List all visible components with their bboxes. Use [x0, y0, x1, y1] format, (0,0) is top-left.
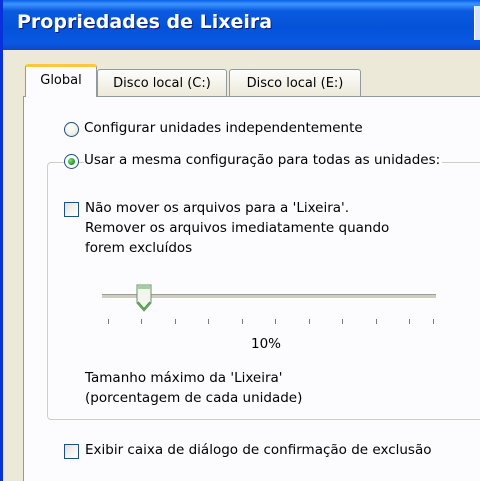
- slider-percent-value: 10%: [251, 336, 282, 352]
- max-size-slider-track[interactable]: [102, 294, 436, 299]
- no-move-label-line2: Remover os arquivos imediatamente quando: [85, 220, 390, 236]
- radio-same-settings[interactable]: [64, 154, 79, 169]
- title-bar[interactable]: Propriedades de Lixeira: [3, 0, 480, 50]
- tab-global[interactable]: Global: [25, 64, 97, 97]
- slider-tick: [433, 319, 434, 324]
- slider-tick: [376, 319, 377, 324]
- slider-tick: [275, 319, 276, 324]
- tab-local-disk-e[interactable]: Disco local (E:): [229, 69, 361, 97]
- slider-tick: [108, 319, 109, 324]
- no-move-label-line1[interactable]: Não mover os arquivos para a 'Lixeira'.: [85, 200, 349, 216]
- window-title: Propriedades de Lixeira: [17, 11, 273, 33]
- no-move-label-line3: forem excluídos: [85, 240, 193, 256]
- slider-tick: [342, 319, 343, 324]
- radio-same-settings-label[interactable]: Usar a mesma configuração para todas as …: [84, 152, 443, 168]
- max-size-label-line2: (porcentagem de cada unidade): [85, 390, 303, 406]
- slider-tick: [141, 319, 142, 324]
- tab-panel-global: Configurar unidades independentemente Us…: [23, 96, 480, 481]
- confirm-delete-dialog-checkbox[interactable]: [64, 444, 79, 459]
- slider-tick: [309, 319, 310, 324]
- slider-tick: [208, 319, 209, 324]
- recycle-bin-properties-window: Propriedades de Lixeira Global Disco loc…: [0, 0, 480, 481]
- close-button[interactable]: [474, 6, 480, 40]
- tab-local-disk-c[interactable]: Disco local (C:): [97, 69, 227, 97]
- slider-tick: [175, 319, 176, 324]
- slider-tick: [409, 319, 410, 324]
- max-size-slider-thumb[interactable]: [136, 284, 152, 312]
- confirm-delete-dialog-label[interactable]: Exibir caixa de diálogo de confirmação d…: [85, 442, 432, 458]
- radio-configure-independently-label[interactable]: Configurar unidades independentemente: [84, 120, 363, 136]
- no-move-to-recycle-bin-checkbox[interactable]: [64, 202, 79, 217]
- slider-tick: [242, 319, 243, 324]
- radio-selected-dot: [68, 158, 75, 165]
- max-size-label-line1: Tamanho máximo da 'Lixeira': [85, 370, 283, 386]
- radio-configure-independently[interactable]: [64, 122, 79, 137]
